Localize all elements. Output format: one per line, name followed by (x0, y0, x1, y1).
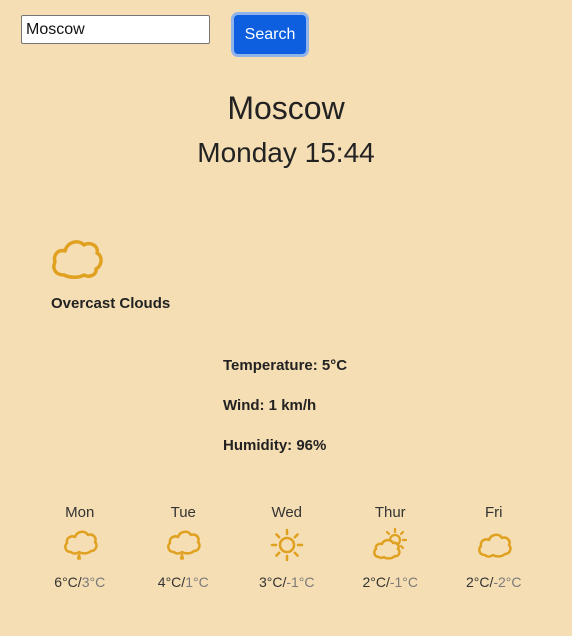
weather-description: Overcast Clouds (51, 295, 171, 312)
forecast-high: 6°C (54, 574, 78, 590)
forecast-day: Mon 6°C/3°C (28, 503, 132, 591)
forecast-high: 3°C (258, 574, 283, 590)
weather-details: Temperature: 5°C Wind: 1 km/h Humidity: … (223, 356, 347, 476)
forecast-high: 2°C (465, 574, 490, 590)
city-name: Moscow (227, 90, 345, 126)
forecast-day-name: Tue (170, 504, 196, 521)
forecast-day-name: Mon (65, 504, 95, 521)
forecast-day-name: Fri (485, 504, 503, 521)
partly-cloudy-icon (372, 527, 408, 563)
search-input[interactable] (21, 15, 210, 44)
forecast-temps: 2°C/-2°C (466, 573, 522, 591)
forecast-temps: 6°C/3°C (54, 573, 105, 591)
search-button[interactable]: Search (231, 12, 309, 57)
wind-readout: Wind: 1 km/h (223, 397, 317, 414)
forecast-day-name: Wed (271, 504, 303, 521)
forecast-low: -1°C (286, 574, 315, 590)
forecast-low: 1°C (185, 574, 209, 590)
forecast-list: Mon 6°C/3°C Tue 4°C/1°C Wed 3°C/-1°C Thu… (28, 503, 546, 591)
forecast-day-name: Thur (374, 504, 406, 521)
forecast-low: 3°C (81, 574, 106, 590)
overcast-clouds-icon (50, 235, 104, 281)
forecast-temps: 4°C/1°C (158, 573, 209, 591)
forecast-high: 2°C (362, 574, 386, 590)
cloud-icon (476, 527, 512, 563)
rain-cloud-icon (165, 527, 201, 563)
forecast-low: -1°C (389, 574, 419, 590)
forecast-temps: 3°C/-1°C (259, 573, 315, 591)
humidity-readout: Humidity: 96% (223, 437, 327, 454)
current-datetime: Monday 15:44 (197, 137, 375, 168)
forecast-day: Wed 3°C/-1°C (235, 503, 339, 591)
temperature-readout: Temperature: 5°C (223, 357, 348, 374)
forecast-temps: 2°C/-1°C (362, 573, 418, 591)
forecast-day: Thur 2°C/-1°C (339, 503, 443, 591)
sun-icon (269, 527, 305, 563)
forecast-low: -2°C (493, 574, 522, 590)
forecast-high: 4°C (157, 574, 182, 590)
rain-cloud-icon (62, 527, 98, 563)
forecast-day: Tue 4°C/1°C (132, 503, 236, 591)
forecast-day: Fri 2°C/-2°C (442, 503, 546, 591)
